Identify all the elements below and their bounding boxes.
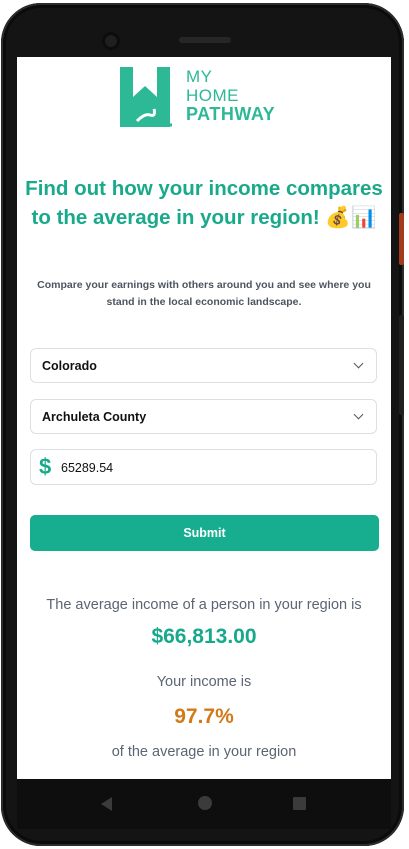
state-select[interactable]: Colorado — [30, 348, 377, 383]
county-select-value: Archuleta County — [42, 410, 147, 424]
your-income-label: Your income is — [156, 674, 252, 690]
brand-line-3: PATHWAY — [186, 104, 276, 124]
power-button — [399, 213, 404, 265]
page-headline: Find out how your income compares to the… — [25, 177, 383, 229]
page-subtext: Compare your earnings with others around… — [37, 279, 371, 308]
home-circle-icon[interactable] — [198, 796, 212, 810]
earpiece-speaker — [179, 37, 231, 43]
submit-button[interactable]: Submit — [30, 515, 379, 551]
volume-button — [399, 315, 404, 415]
recent-square-icon[interactable] — [293, 797, 306, 810]
brand-line-2: HOME — [186, 86, 239, 105]
back-triangle-icon[interactable] — [101, 797, 112, 811]
front-camera — [102, 32, 120, 50]
brand-line-1: MY — [186, 67, 213, 86]
brand-logo: MY HOME PATHWAY — [120, 67, 300, 129]
system-nav-bar — [17, 779, 391, 829]
brand-name: MY HOME PATHWAY — [186, 67, 275, 124]
income-percent-value: 97.7% — [174, 705, 234, 728]
phone-frame: MY HOME PATHWAY Find out how your income… — [1, 3, 404, 846]
dollar-icon: $ — [39, 454, 52, 479]
app-screen: MY HOME PATHWAY Find out how your income… — [17, 57, 391, 779]
chevron-down-icon — [353, 358, 364, 369]
average-income-label: The average income of a person in your r… — [46, 597, 362, 613]
income-input-value: 65289.54 — [61, 461, 114, 475]
average-income-value: $66,813.00 — [151, 625, 257, 648]
state-select-value: Colorado — [42, 359, 97, 373]
chevron-down-icon — [353, 409, 364, 420]
county-select[interactable]: Archuleta County — [30, 399, 377, 434]
percent-suffix-label: of the average in your region — [111, 744, 297, 760]
income-input[interactable]: $ 65289.54 — [30, 449, 377, 485]
logo-mark-icon — [120, 67, 172, 127]
